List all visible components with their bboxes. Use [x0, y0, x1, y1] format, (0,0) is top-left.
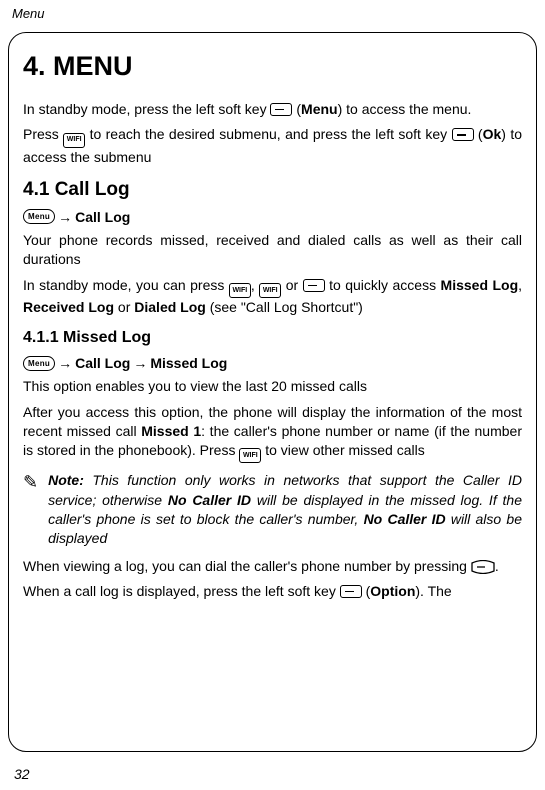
text: to view other missed calls — [265, 442, 425, 458]
text: In standby mode, press the left soft key — [23, 101, 270, 117]
arrow-right-icon: → — [57, 209, 73, 225]
no-caller-id-label: No Caller ID — [168, 492, 251, 508]
menu-pill-icon: Menu — [23, 356, 55, 371]
nav-key-icon: WIFI — [63, 133, 85, 148]
menu-pill-icon: Menu — [23, 209, 55, 224]
nav-key-icon: WIFI — [239, 448, 261, 463]
text: or — [114, 299, 134, 315]
text: ) to access the menu. — [338, 101, 472, 117]
option-label: Option — [370, 583, 415, 599]
note-block: ✎ Note: This function only works in netw… — [23, 471, 522, 548]
text: or — [286, 277, 303, 293]
no-caller-id-label: No Caller ID — [364, 511, 446, 527]
arrow-right-icon: → — [57, 355, 73, 371]
text: to reach the desired submenu, and press … — [90, 126, 452, 142]
ok-label: Ok — [483, 126, 502, 142]
text: ). The — [415, 583, 451, 599]
received-log-label: Received Log — [23, 299, 114, 315]
text: , — [518, 277, 522, 293]
breadcrumb: Menu → Call Log → Missed Log — [23, 355, 522, 371]
breadcrumb-target: Call Log — [75, 209, 130, 225]
page-number: 32 — [14, 766, 30, 782]
content-frame: 4. MENU In standby mode, press the left … — [8, 32, 537, 752]
intro-p1: In standby mode, press the left soft key… — [23, 100, 522, 119]
text: When viewing a log, you can dial the cal… — [23, 558, 471, 574]
text: When a call log is displayed, press the … — [23, 583, 340, 599]
dial-key-icon — [471, 560, 495, 574]
s411-p2: After you access this option, the phone … — [23, 403, 522, 464]
breadcrumb: Menu → Call Log — [23, 209, 522, 225]
breadcrumb-mid: Call Log — [75, 355, 130, 371]
breadcrumb-target: Missed Log — [150, 355, 227, 371]
text: In standby mode, you can press — [23, 277, 229, 293]
text: (see "Call Log Shortcut") — [206, 299, 363, 315]
nav-key-icon: WIFI — [229, 283, 251, 298]
section-heading: 4.1 Call Log — [23, 179, 522, 201]
note-label: Note: — [48, 472, 84, 488]
s411-p1: This option enables you to view the last… — [23, 377, 522, 396]
missed1-label: Missed 1 — [141, 423, 201, 439]
left-softkey-icon — [452, 128, 474, 141]
s41-p1: Your phone records missed, received and … — [23, 231, 522, 270]
text: . — [495, 558, 499, 574]
dialed-log-label: Dialed Log — [134, 299, 206, 315]
s411-p4: When a call log is displayed, press the … — [23, 582, 522, 601]
arrow-right-icon: → — [132, 355, 148, 371]
text: to quickly access — [329, 277, 440, 293]
note-hand-icon: ✎ — [23, 471, 38, 548]
page-header: Menu — [0, 0, 545, 25]
nav-key-icon: WIFI — [259, 283, 281, 298]
chapter-title: 4. MENU — [23, 51, 522, 82]
s41-p2: In standby mode, you can press WIFI, WIF… — [23, 276, 522, 318]
menu-label: Menu — [301, 101, 338, 117]
left-softkey-icon — [340, 585, 362, 598]
subsection-heading: 4.1.1 Missed Log — [23, 329, 522, 347]
missed-log-label: Missed Log — [441, 277, 519, 293]
left-softkey-icon — [270, 103, 292, 116]
s411-p3: When viewing a log, you can dial the cal… — [23, 557, 522, 576]
intro-p2: Press WIFI to reach the desired submenu,… — [23, 125, 522, 167]
text: Press — [23, 126, 63, 142]
text: , — [251, 277, 259, 293]
note-text: Note: This function only works in networ… — [48, 471, 522, 548]
left-softkey-icon — [303, 279, 325, 292]
